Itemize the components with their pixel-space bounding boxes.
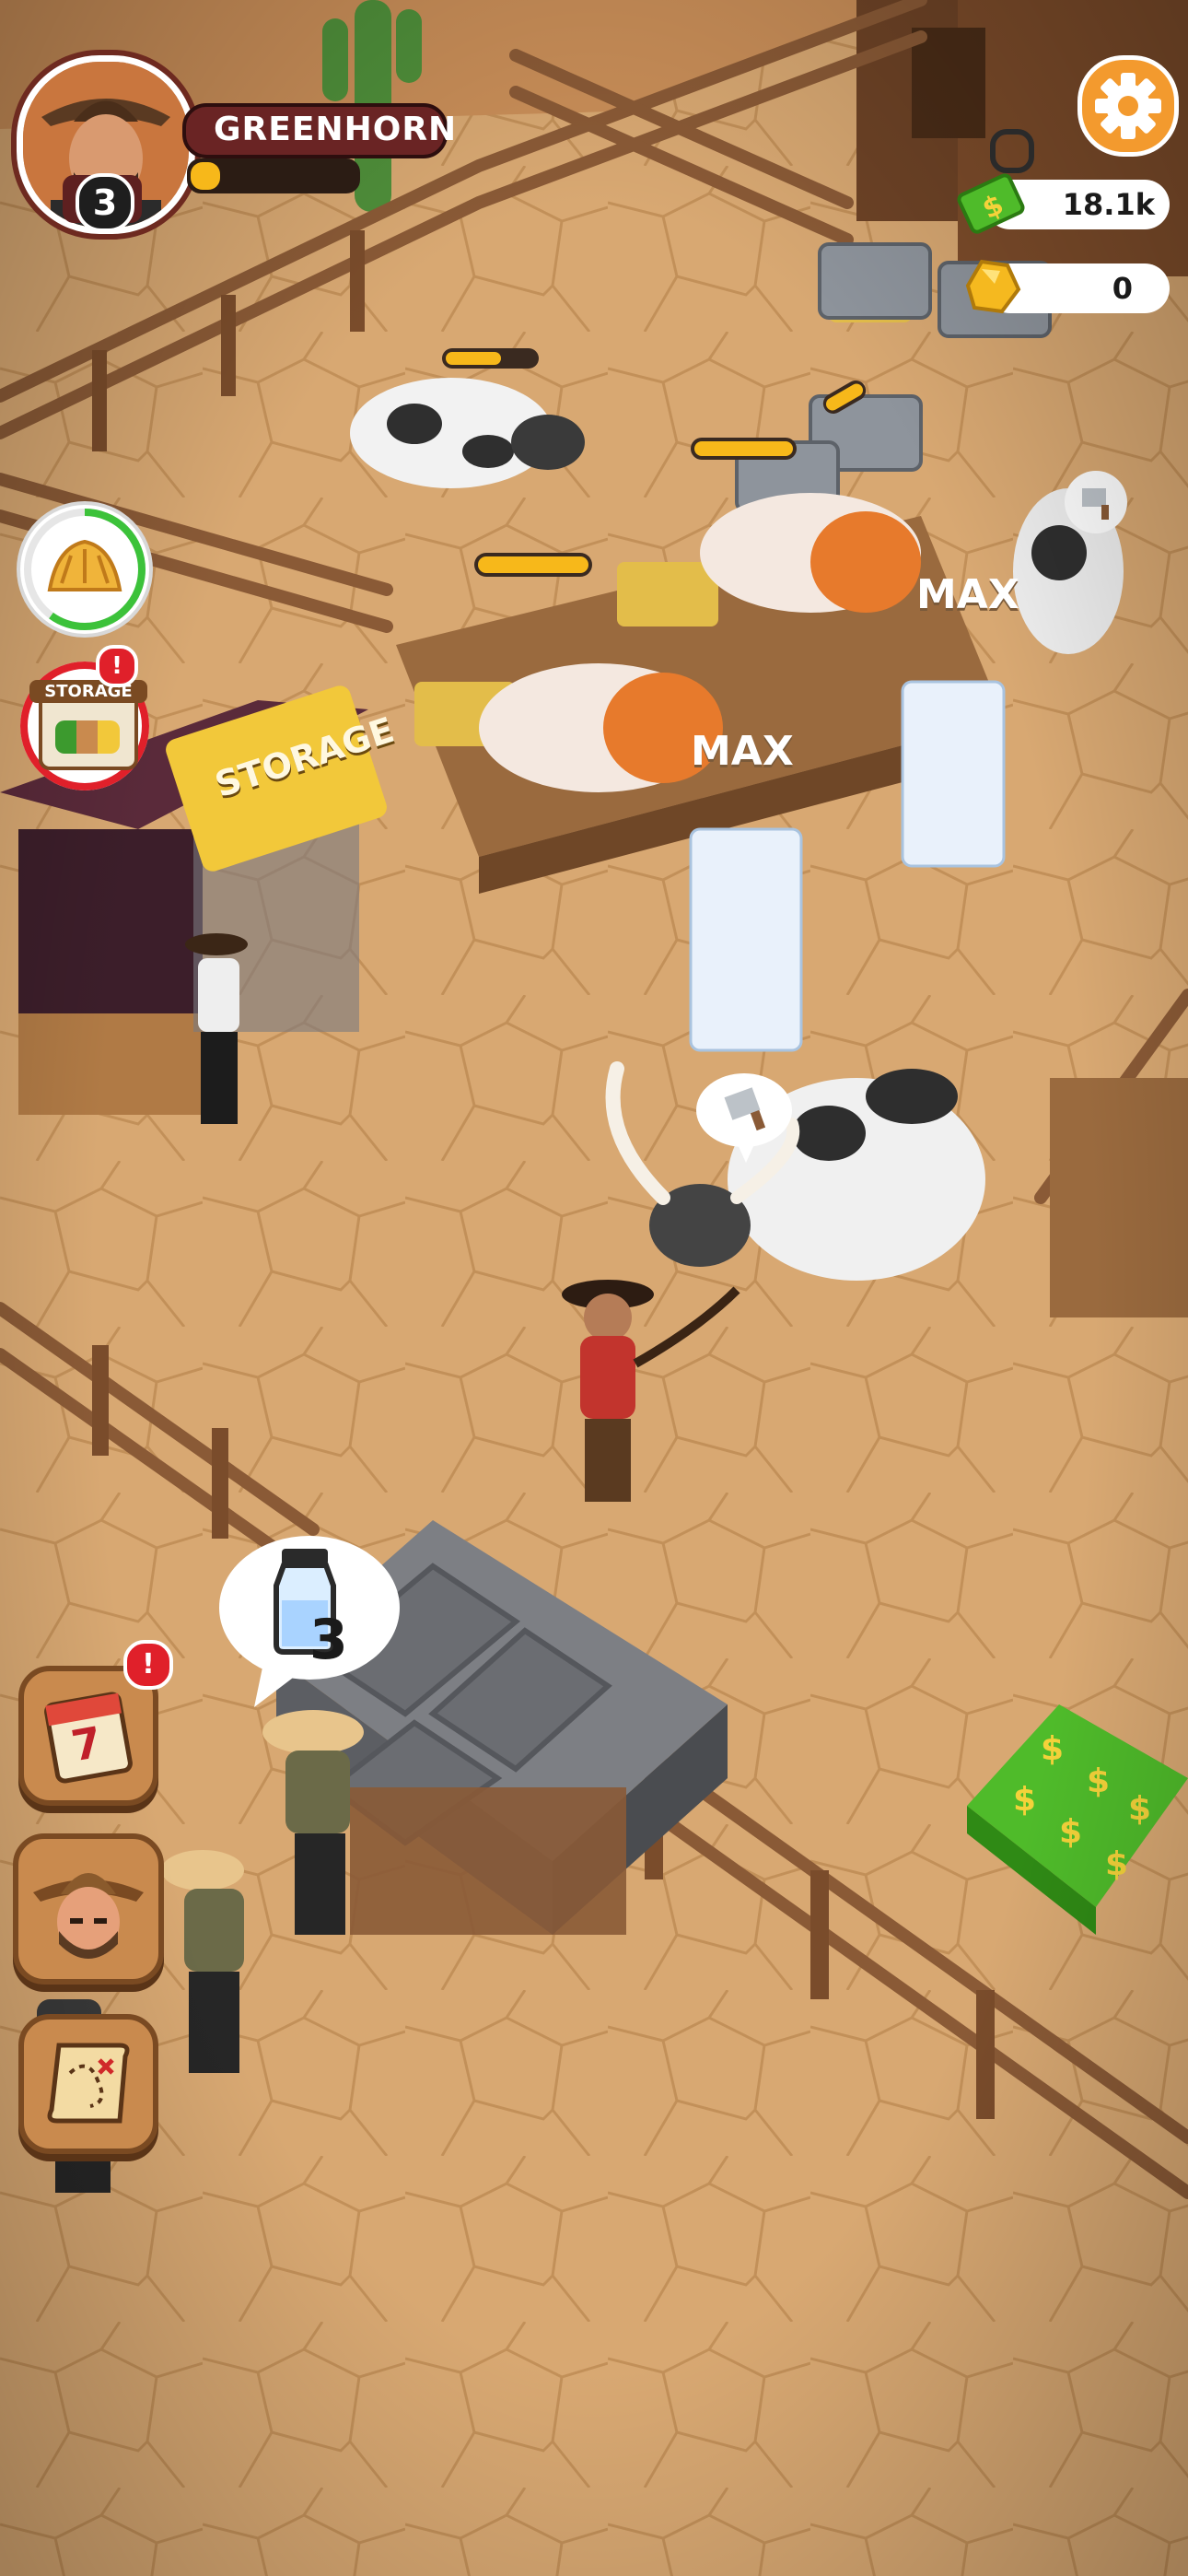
currency-chain-icon [990, 129, 1034, 173]
milk-order-bubble: 3 [217, 1534, 402, 1707]
player-level-circle: 3 [76, 173, 134, 232]
milk-order-count: 3 [309, 1608, 348, 1672]
max-label-1: MAX [691, 728, 794, 775]
hay-icon [47, 539, 122, 591]
cash-value: 18.1k [1062, 187, 1155, 222]
map-button[interactable] [18, 2014, 158, 2154]
storage-button-icon: STORAGE [29, 680, 147, 770]
cash-counter: $ 18.1k [957, 173, 1170, 234]
player-rank-label: GREENHORN [214, 111, 458, 148]
storage-goods-icon [55, 720, 120, 754]
settings-button[interactable] [1077, 55, 1179, 157]
player-level-badge: 3 [63, 173, 142, 232]
hay-button[interactable] [20, 505, 149, 634]
gold-counter: 0 [965, 259, 1170, 314]
gold-value: 0 [1112, 271, 1133, 306]
storage-button[interactable]: STORAGE ! [20, 645, 149, 790]
game-world: $$$ $$$ [0, 0, 1188, 2576]
xp-progress-fill [191, 162, 221, 190]
xp-progress-bar [187, 158, 360, 193]
gear-icon [1095, 73, 1161, 139]
character-button[interactable] [13, 1833, 164, 1985]
calendar-button[interactable]: 7 ! [18, 1640, 173, 1806]
gold-nugget-icon [965, 259, 1021, 314]
storage-alert-badge: ! [96, 645, 138, 687]
player-rank-banner: GREENHORN [182, 103, 456, 158]
calendar-alert-badge: ! [123, 1640, 173, 1690]
cowboy-face-icon [33, 1873, 144, 1959]
max-label-2: MAX [916, 571, 1019, 618]
cash-icon: $ [957, 173, 1025, 234]
player-profile[interactable]: 3 GREENHORN [17, 55, 459, 240]
treasure-map-icon [47, 2043, 130, 2124]
